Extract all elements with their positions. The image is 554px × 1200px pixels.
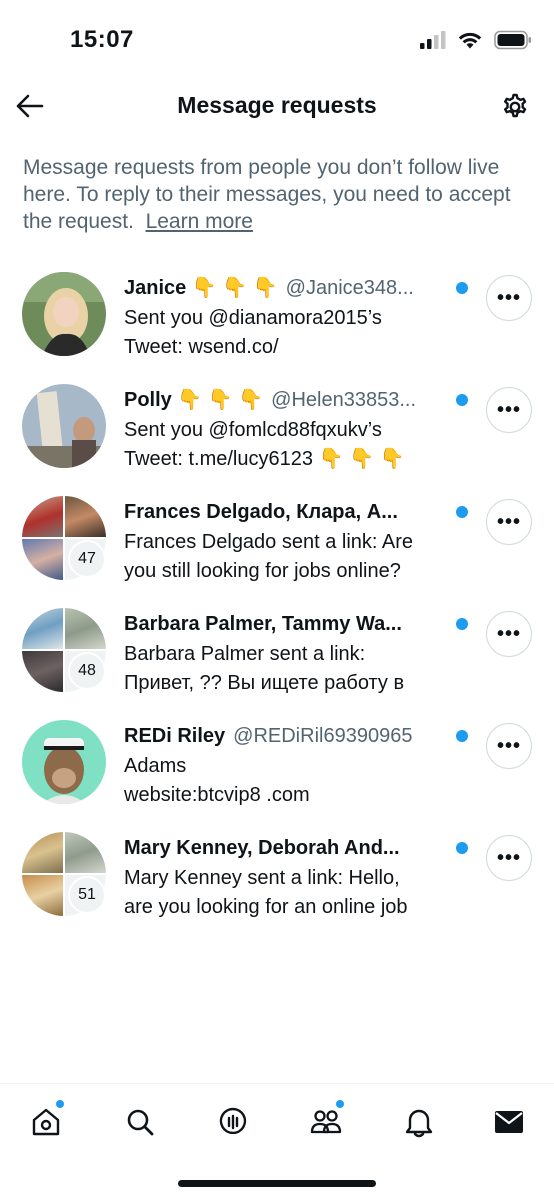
- unread-dot: [456, 506, 468, 518]
- tab-home[interactable]: [24, 1100, 68, 1144]
- header: Message requests: [0, 84, 554, 132]
- unread-dot: [456, 842, 468, 854]
- message-preview: Barbara Palmer sent a link: Привет, ?? В…: [124, 643, 405, 694]
- sender-name: Polly 👇 👇 👇: [124, 389, 264, 411]
- sender-name: Janice 👇 👇 👇: [124, 277, 278, 299]
- communities-notification-dot: [336, 1100, 344, 1108]
- request-item[interactable]: Polly 👇 👇 👇 @Helen33853... Sent you @fom…: [0, 374, 554, 486]
- sender-name: Frances Delgado, Клара, A...: [124, 501, 398, 523]
- more-options-button[interactable]: •••: [486, 835, 532, 881]
- bell-icon: [405, 1109, 433, 1138]
- gear-icon: [504, 93, 527, 118]
- status-time: 15:07: [70, 26, 134, 53]
- participant-count-badge: 47: [68, 540, 106, 578]
- sender-name: Barbara Palmer, Tammy Wa...: [124, 613, 402, 635]
- participant-count-badge: 51: [68, 876, 106, 914]
- wifi-icon: [458, 32, 482, 49]
- unread-dot: [456, 394, 468, 406]
- message-preview: Sent you @fomlcd88fqxukv’s Tweet: t.me/l…: [124, 419, 405, 470]
- unread-dot: [456, 618, 468, 630]
- request-item[interactable]: 48 Barbara Palmer, Tammy Wa... Barbara P…: [0, 598, 554, 710]
- more-options-button[interactable]: •••: [486, 275, 532, 321]
- search-icon: [127, 1109, 154, 1136]
- message-preview: Frances Delgado sent a link: Are you sti…: [124, 531, 414, 582]
- unread-dot: [456, 282, 468, 294]
- settings-button[interactable]: [498, 90, 532, 124]
- tab-communities[interactable]: [304, 1100, 348, 1144]
- request-content: Janice 👇 👇 👇 @Janice348... Sent you @dia…: [124, 274, 454, 362]
- home-indicator: [178, 1180, 376, 1187]
- tab-messages[interactable]: [487, 1100, 531, 1144]
- home-icon: [32, 1108, 60, 1136]
- sender-handle: @Helen33853...: [271, 389, 417, 411]
- home-notification-dot: [56, 1100, 64, 1108]
- sender-name: REDi Riley: [124, 725, 226, 747]
- request-item[interactable]: Janice 👇 👇 👇 @Janice348... Sent you @dia…: [0, 262, 554, 374]
- more-options-button[interactable]: •••: [486, 723, 532, 769]
- learn-more-link[interactable]: Learn more: [146, 210, 253, 233]
- unread-dot: [456, 730, 468, 742]
- tab-explore[interactable]: [118, 1100, 162, 1144]
- more-options-button[interactable]: •••: [486, 611, 532, 657]
- request-list: Janice 👇 👇 👇 @Janice348... Sent you @dia…: [0, 262, 554, 934]
- sender-handle: @REDiRil69390965: [233, 725, 413, 747]
- spaces-icon: [219, 1107, 247, 1137]
- envelope-icon: [495, 1111, 523, 1133]
- status-bar: 15:07: [0, 0, 554, 84]
- request-item[interactable]: 47 Frances Delgado, Клара, A... Frances …: [0, 486, 554, 598]
- message-preview: Adams website:btcvip8 .com: [124, 755, 310, 806]
- request-item[interactable]: REDi Riley @REDiRil69390965 Adams websit…: [0, 710, 554, 822]
- request-content: Frances Delgado, Клара, A... Frances Del…: [124, 498, 454, 586]
- more-options-button[interactable]: •••: [486, 499, 532, 545]
- cellular-signal-icon: [420, 31, 446, 49]
- message-preview: Sent you @dianamora2015’s Tweet: wsend.c…: [124, 307, 382, 358]
- message-preview: Mary Kenney sent a link: Hello, are you …: [124, 867, 408, 918]
- avatar: [22, 272, 106, 356]
- avatar: [22, 720, 106, 804]
- status-icons: [420, 30, 532, 50]
- request-item[interactable]: 51 Mary Kenney, Deborah And... Mary Kenn…: [0, 822, 554, 934]
- participant-count-badge: 48: [68, 652, 106, 690]
- request-content: Polly 👇 👇 👇 @Helen33853... Sent you @fom…: [124, 386, 454, 474]
- more-options-button[interactable]: •••: [486, 387, 532, 433]
- intro-description: Message requests from people you don’t f…: [23, 156, 511, 233]
- battery-icon: [494, 30, 531, 50]
- page-title: Message requests: [177, 92, 377, 118]
- request-content: Barbara Palmer, Tammy Wa... Barbara Palm…: [124, 610, 454, 698]
- tab-notifications[interactable]: [397, 1100, 441, 1144]
- request-content: REDi Riley @REDiRil69390965 Adams websit…: [124, 722, 454, 810]
- tab-spaces[interactable]: [211, 1100, 255, 1144]
- avatar: [22, 384, 106, 468]
- communities-icon: [310, 1110, 342, 1134]
- intro-text: Message requests from people you don’t f…: [23, 154, 523, 235]
- sender-handle: @Janice348...: [285, 277, 414, 299]
- request-content: Mary Kenney, Deborah And... Mary Kenney …: [124, 834, 454, 922]
- sender-name: Mary Kenney, Deborah And...: [124, 837, 400, 859]
